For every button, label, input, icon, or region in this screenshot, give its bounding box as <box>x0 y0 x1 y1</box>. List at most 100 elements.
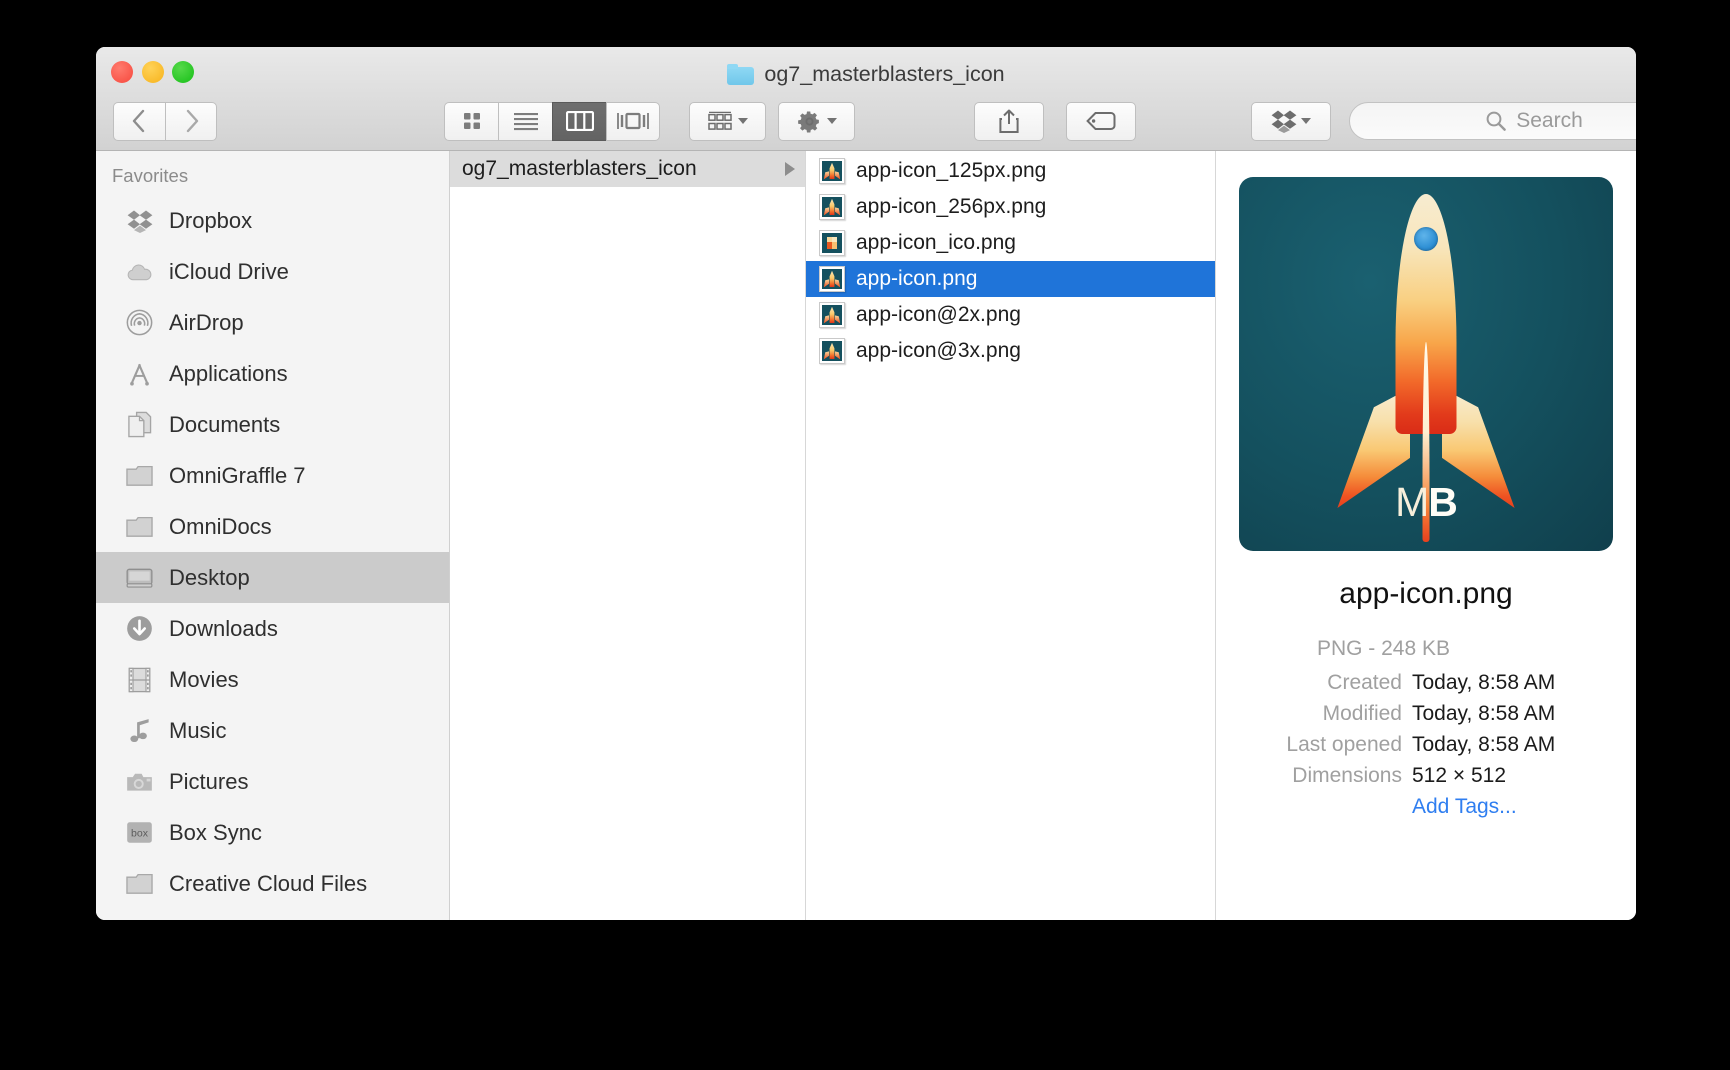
search-placeholder: Search <box>1516 109 1583 132</box>
sidebar-item-label: Downloads <box>169 615 278 641</box>
sidebar-item-dropbox[interactable]: Dropbox <box>96 195 449 246</box>
dropbox-icon <box>126 207 153 234</box>
column-two-file-list: app-icon_125px.png app-icon_256px.png ap… <box>806 151 1216 920</box>
airdrop-icon <box>126 309 153 336</box>
sidebar-item-label: Documents <box>169 411 281 437</box>
sidebar-item-label: iCloud Drive <box>169 258 289 284</box>
sidebar-item-omnigraffle-7[interactable]: OmniGraffle 7 <box>96 450 449 501</box>
sidebar-item-label: Creative Cloud Files <box>169 870 368 896</box>
folder-icon <box>126 462 153 489</box>
rocket-png-thumbnail-icon <box>819 338 845 364</box>
metadata-row-modified: Modified Today, 8:58 AM <box>1216 698 1592 729</box>
metadata-key-empty <box>1216 791 1412 822</box>
sidebar-item-creative-cloud-files[interactable]: Creative Cloud Files <box>96 858 449 909</box>
action-menu-button[interactable] <box>778 101 855 141</box>
chevron-down-icon <box>738 118 748 124</box>
file-name: app-icon.png <box>856 267 978 290</box>
blue-folder-icon <box>727 64 755 85</box>
sidebar: Favorites Dropbox iCloud Drive AirDrop A… <box>96 151 450 920</box>
sidebar-item-movies[interactable]: Movies <box>96 654 449 705</box>
tag-icon <box>1086 112 1116 130</box>
sidebar-item-label: AirDrop <box>169 309 244 335</box>
finder-window: og7_masterblasters_icon Search Favorites… <box>96 47 1636 920</box>
toolbar-popup-group <box>689 101 855 141</box>
search-field[interactable]: Search <box>1349 102 1636 140</box>
share-icon <box>999 109 1019 133</box>
metadata-row-add-tags: Add Tags... <box>1216 791 1592 822</box>
list-view-button[interactable] <box>498 101 552 141</box>
sidebar-item-desktop[interactable]: Desktop <box>96 552 449 603</box>
forward-button[interactable] <box>165 101 217 141</box>
applications-icon <box>126 360 153 387</box>
window-body: Favorites Dropbox iCloud Drive AirDrop A… <box>96 151 1636 920</box>
pixelated-png-thumbnail-icon <box>819 230 845 256</box>
icon-view-button[interactable] <box>444 101 498 141</box>
preview-pane: MB app-icon.png PNG - 248 KB Created Tod… <box>1216 151 1636 920</box>
cloud-icon <box>126 258 153 285</box>
sidebar-item-icloud-drive[interactable]: iCloud Drive <box>96 246 449 297</box>
back-button[interactable] <box>113 101 165 141</box>
sidebar-item-label: OmniDocs <box>169 513 272 539</box>
metadata-value: 512 × 512 <box>1412 764 1507 787</box>
metadata-key: Last opened <box>1286 733 1402 756</box>
preview-kind-and-size: PNG - 248 KB <box>1316 637 1450 660</box>
rocket-png-thumbnail-icon <box>819 302 845 328</box>
gallery-view-button[interactable] <box>606 101 660 141</box>
sidebar-item-omnidocs[interactable]: OmniDocs <box>96 501 449 552</box>
file-list-item[interactable]: app-icon@2x.png <box>806 297 1215 333</box>
file-list-item[interactable]: app-icon_125px.png <box>806 153 1215 189</box>
column-one-folder-list: og7_masterblasters_icon <box>450 151 806 920</box>
rocket-png-thumbnail-icon <box>819 158 845 184</box>
tag-button[interactable] <box>1066 101 1136 141</box>
window-titlebar[interactable]: og7_masterblasters_icon Search <box>96 47 1636 151</box>
sidebar-item-pictures[interactable]: Pictures <box>96 756 449 807</box>
add-tags-link[interactable]: Add Tags... <box>1412 791 1517 822</box>
metadata-value: Today, 8:58 AM <box>1412 671 1556 694</box>
rocket-porthole-shape <box>1414 226 1438 251</box>
view-mode-segmented-control <box>444 101 660 141</box>
badge-letter-m: M <box>1395 478 1429 525</box>
column-row-folder[interactable]: og7_masterblasters_icon <box>450 151 805 187</box>
sidebar-item-downloads[interactable]: Downloads <box>96 603 449 654</box>
preview-metadata: PNG - 248 KB Created Today, 8:58 AM Modi… <box>1216 637 1636 822</box>
dropbox-icon <box>1271 110 1297 133</box>
file-name: app-icon_ico.png <box>856 231 1016 254</box>
metadata-row-dimensions: Dimensions 512 × 512 <box>1216 760 1592 791</box>
rocket-png-thumbnail-icon <box>819 266 845 292</box>
toolbar: Search <box>96 91 1636 151</box>
search-icon <box>1486 111 1507 131</box>
navigation-button-group <box>113 101 217 141</box>
disclosure-triangle-icon <box>785 162 795 176</box>
sidebar-section-favorites: Favorites <box>112 165 189 186</box>
file-name: app-icon@3x.png <box>856 339 1021 362</box>
arrange-button[interactable] <box>689 101 766 141</box>
preview-filename: app-icon.png <box>1339 577 1513 610</box>
rocket-mb-badge: MB <box>1239 478 1613 525</box>
gear-icon <box>797 111 819 133</box>
desktop-icon <box>126 564 153 591</box>
dropbox-toolbar-button[interactable] <box>1251 101 1331 141</box>
sidebar-item-airdrop[interactable]: AirDrop <box>96 297 449 348</box>
file-list-item[interactable]: app-icon@3x.png <box>806 333 1215 369</box>
file-name: app-icon@2x.png <box>856 303 1021 326</box>
share-button[interactable] <box>974 101 1044 141</box>
column-view-button[interactable] <box>552 101 606 141</box>
window-title-text: og7_masterblasters_icon <box>764 62 1005 86</box>
file-list-item-selected[interactable]: app-icon.png <box>806 261 1215 297</box>
file-name: app-icon_125px.png <box>856 159 1047 182</box>
sidebar-item-label: Pictures <box>169 768 249 794</box>
metadata-row-last-opened: Last opened Today, 8:58 AM <box>1216 729 1592 760</box>
box-sync-icon: box <box>126 819 153 846</box>
sidebar-item-applications[interactable]: Applications <box>96 348 449 399</box>
documents-icon <box>126 411 153 438</box>
file-list-item[interactable]: app-icon_256px.png <box>806 189 1215 225</box>
metadata-key: Modified <box>1322 702 1402 725</box>
sidebar-item-label: Desktop <box>169 564 250 590</box>
sidebar-item-music[interactable]: Music <box>96 705 449 756</box>
sidebar-item-box-sync[interactable]: box Box Sync <box>96 807 449 858</box>
arrange-grid-icon <box>708 111 732 130</box>
file-list-item[interactable]: app-icon_ico.png <box>806 225 1215 261</box>
sidebar-item-documents[interactable]: Documents <box>96 399 449 450</box>
sidebar-item-label: OmniGraffle 7 <box>169 462 306 488</box>
column-row-label: og7_masterblasters_icon <box>462 157 697 180</box>
